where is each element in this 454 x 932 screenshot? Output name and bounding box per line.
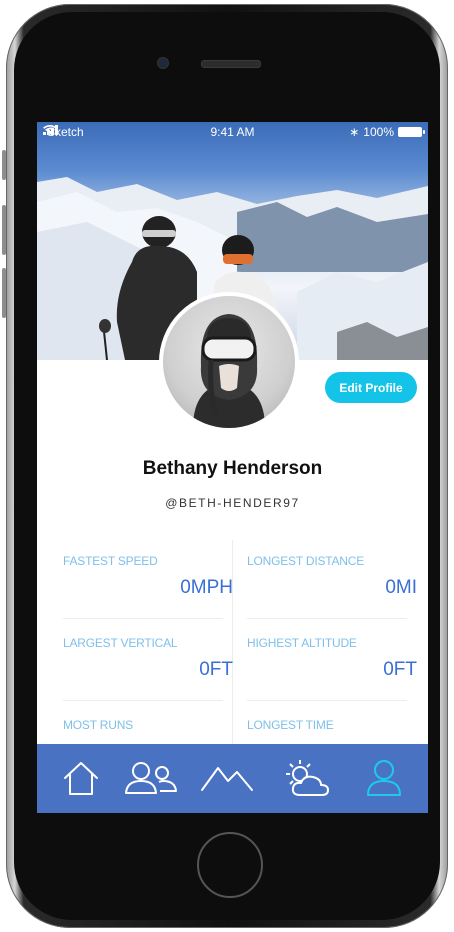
profile-handle: @BETH-HENDER97 bbox=[165, 496, 300, 510]
battery-icon bbox=[398, 127, 425, 137]
volume-up-button bbox=[2, 205, 6, 255]
tab-weather[interactable] bbox=[277, 758, 337, 798]
tab-profile[interactable] bbox=[359, 758, 409, 798]
stat-largest-vertical: LARGEST VERTICAL 0FT bbox=[63, 622, 233, 704]
stat-label: LONGEST DISTANCE bbox=[247, 554, 365, 568]
stat-highest-altitude: HIGHEST ALTITUDE 0FT bbox=[247, 622, 417, 704]
home-icon bbox=[64, 762, 98, 795]
profile-name: Bethany Henderson bbox=[142, 458, 323, 479]
tab-friends[interactable] bbox=[121, 758, 181, 798]
profile-icon bbox=[367, 760, 401, 796]
app-screen: Sketch 9:41 AM ∗ 100% Edit Profile Betha… bbox=[37, 122, 428, 813]
friends-icon bbox=[125, 762, 177, 794]
stat-longest-distance: LONGEST DISTANCE 0MI bbox=[247, 540, 417, 622]
stat-label: LARGEST VERTICAL bbox=[63, 636, 178, 650]
battery-percent: 100% bbox=[363, 125, 394, 139]
home-button[interactable] bbox=[197, 832, 263, 898]
stat-label: MOST RUNS bbox=[63, 718, 133, 732]
mountains-icon bbox=[201, 767, 253, 791]
tab-bar bbox=[37, 744, 428, 813]
volume-down-button bbox=[2, 268, 6, 318]
earpiece-speaker bbox=[201, 60, 261, 68]
stat-fastest-speed: FASTEST SPEED 0MPH bbox=[63, 540, 233, 622]
weather-icon bbox=[286, 760, 329, 796]
tab-home[interactable] bbox=[57, 758, 105, 798]
stat-value: 0MI bbox=[385, 577, 417, 598]
stat-value: 0FT bbox=[199, 659, 233, 680]
stat-value: 0MPH bbox=[180, 577, 233, 598]
stat-value: 0FT bbox=[383, 659, 417, 680]
front-camera bbox=[157, 57, 169, 69]
stat-label: LONGEST TIME bbox=[247, 718, 334, 732]
edit-profile-button[interactable]: Edit Profile bbox=[325, 372, 417, 403]
stat-label: FASTEST SPEED bbox=[63, 554, 158, 568]
tab-mountains[interactable] bbox=[197, 758, 257, 798]
status-bar: Sketch 9:41 AM ∗ 100% bbox=[37, 122, 428, 142]
avatar[interactable] bbox=[159, 292, 299, 432]
mute-switch bbox=[2, 150, 6, 180]
bluetooth-icon: ∗ bbox=[349, 125, 360, 139]
stat-label: HIGHEST ALTITUDE bbox=[247, 636, 357, 650]
